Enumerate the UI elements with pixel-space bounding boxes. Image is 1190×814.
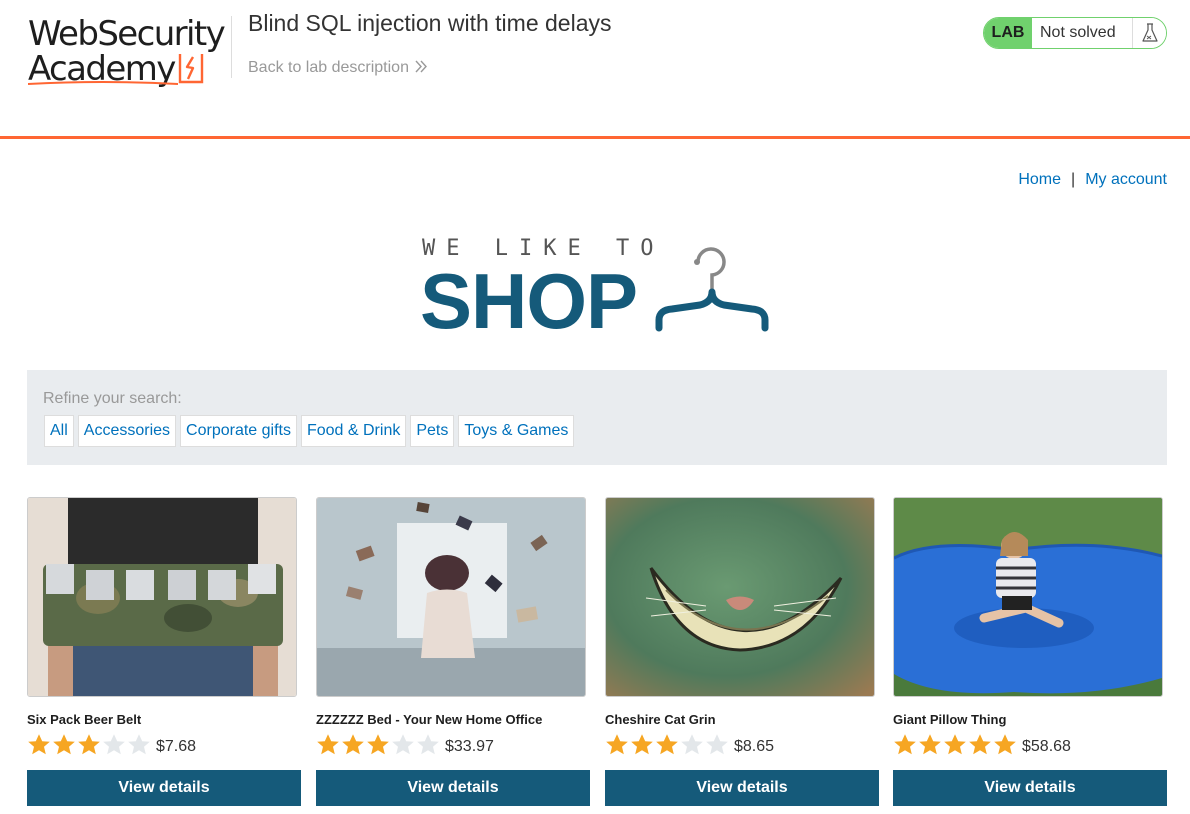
filter-pets[interactable]: Pets bbox=[410, 415, 455, 447]
star-icon bbox=[28, 734, 50, 755]
nav-separator: | bbox=[1071, 171, 1076, 188]
star-icon bbox=[994, 734, 1016, 755]
home-link[interactable]: Home bbox=[1018, 171, 1061, 188]
product-card: Giant Pillow Thing $58.68 View details bbox=[893, 497, 1167, 806]
lab-status-text: Not solved bbox=[1032, 18, 1132, 48]
filter-toys-games[interactable]: Toys & Games bbox=[458, 415, 575, 447]
filters-label: Refine your search: bbox=[43, 390, 182, 407]
star-icon bbox=[417, 734, 439, 755]
star-icon bbox=[78, 734, 100, 755]
product-image-zzzzzz-bed[interactable] bbox=[316, 497, 586, 697]
star-icon bbox=[128, 734, 150, 755]
star-icon bbox=[367, 734, 389, 755]
web-security-academy-logo[interactable]: WebSecurity Academy bbox=[28, 14, 233, 89]
header-accent-rule bbox=[0, 136, 1190, 139]
filter-corporate-gifts[interactable]: Corporate gifts bbox=[180, 415, 297, 447]
back-to-lab-description-link[interactable]: Back to lab description bbox=[248, 59, 427, 77]
star-icon bbox=[919, 734, 941, 755]
back-link-label: Back to lab description bbox=[248, 59, 409, 76]
view-details-button[interactable]: View details bbox=[316, 770, 590, 806]
star-icon bbox=[342, 734, 364, 755]
product-card: ZZZZZZ Bed - Your New Home Office $33.97… bbox=[316, 497, 590, 806]
star-icon bbox=[606, 734, 628, 755]
flask-icon bbox=[1132, 18, 1166, 48]
product-name: ZZZZZZ Bed - Your New Home Office bbox=[316, 712, 543, 727]
logo-text-line1: WebSecurity bbox=[28, 14, 226, 54]
star-icon bbox=[894, 734, 916, 755]
product-card: Six Pack Beer Belt $7.68 View details bbox=[27, 497, 301, 806]
banner-title: SHOP bbox=[420, 257, 638, 345]
logo-underline bbox=[28, 81, 178, 85]
product-rating: $7.68 bbox=[27, 733, 196, 756]
header-divider bbox=[231, 16, 232, 78]
product-grid: Six Pack Beer Belt $7.68 View details ZZ… bbox=[27, 497, 1167, 814]
rating-stars bbox=[27, 733, 151, 756]
star-icon bbox=[969, 734, 991, 755]
my-account-link[interactable]: My account bbox=[1085, 171, 1167, 188]
product-name: Cheshire Cat Grin bbox=[605, 712, 716, 727]
product-price: $8.65 bbox=[734, 737, 775, 755]
filter-list: All Accessories Corporate gifts Food & D… bbox=[44, 415, 575, 447]
view-details-button[interactable]: View details bbox=[27, 770, 301, 806]
lab-header: WebSecurity Academy Blind SQL injection … bbox=[0, 0, 1190, 140]
search-filters: Refine your search: All Accessories Corp… bbox=[27, 370, 1167, 465]
star-icon bbox=[706, 734, 728, 755]
product-rating: $8.65 bbox=[605, 733, 774, 756]
product-name: Six Pack Beer Belt bbox=[27, 712, 142, 727]
star-icon bbox=[681, 734, 703, 755]
view-details-button[interactable]: View details bbox=[893, 770, 1167, 806]
lab-badge: LAB bbox=[984, 18, 1032, 48]
product-price: $58.68 bbox=[1022, 737, 1071, 755]
star-icon bbox=[392, 734, 414, 755]
rating-stars bbox=[605, 733, 729, 756]
lightning-bolt-icon bbox=[178, 54, 204, 84]
product-rating: $58.68 bbox=[893, 733, 1071, 756]
filter-food-drink[interactable]: Food & Drink bbox=[300, 415, 407, 447]
product-image-beer-belt[interactable] bbox=[27, 497, 297, 697]
double-chevron-right-icon bbox=[415, 60, 427, 78]
rating-stars bbox=[316, 733, 440, 756]
product-price: $33.97 bbox=[445, 737, 494, 755]
product-card: Cheshire Cat Grin $8.65 View details bbox=[605, 497, 879, 806]
top-nav: Home | My account bbox=[1018, 171, 1167, 189]
filter-accessories[interactable]: Accessories bbox=[77, 415, 177, 447]
view-details-button[interactable]: View details bbox=[605, 770, 879, 806]
product-price: $7.68 bbox=[156, 737, 197, 755]
star-icon bbox=[103, 734, 125, 755]
lab-status-widget: LAB Not solved bbox=[983, 17, 1167, 49]
star-icon bbox=[631, 734, 653, 755]
star-icon bbox=[944, 734, 966, 755]
star-icon bbox=[656, 734, 678, 755]
filter-all[interactable]: All bbox=[44, 415, 74, 447]
rating-stars bbox=[893, 733, 1017, 756]
lab-title: Blind SQL injection with time delays bbox=[248, 10, 612, 36]
clothes-hanger-icon bbox=[655, 247, 769, 332]
product-name: Giant Pillow Thing bbox=[893, 712, 1007, 727]
product-image-cheshire-cat-grin[interactable] bbox=[605, 497, 875, 697]
star-icon bbox=[53, 734, 75, 755]
shop-banner: WE LIKE TO SHOP bbox=[420, 234, 780, 340]
star-icon bbox=[317, 734, 339, 755]
product-image-giant-pillow[interactable] bbox=[893, 497, 1163, 697]
product-rating: $33.97 bbox=[316, 733, 494, 756]
